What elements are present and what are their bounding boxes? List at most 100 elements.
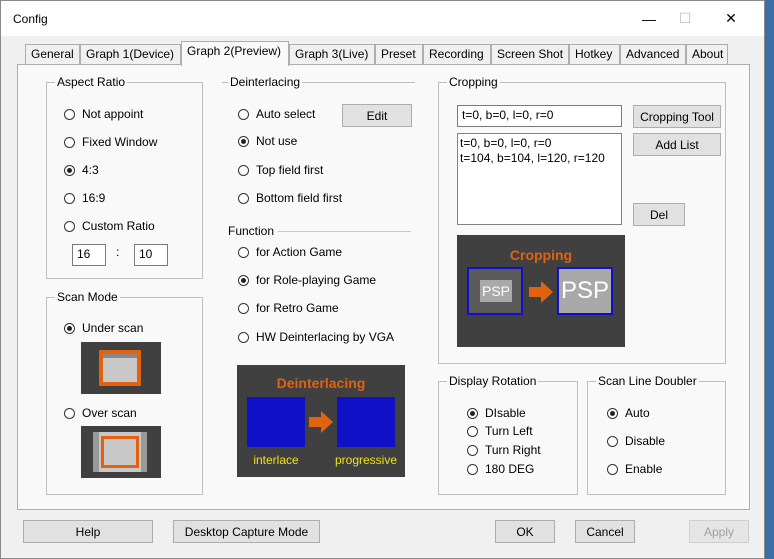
cropping-illus-title: Cropping — [509, 247, 573, 263]
over-scan-radio[interactable]: Over scan — [64, 405, 137, 421]
function-action-game-radio[interactable]: for Action Game — [238, 244, 342, 260]
radio-icon — [607, 463, 618, 475]
add-list-button[interactable]: Add List — [633, 133, 721, 156]
radio-icon — [238, 108, 249, 120]
deinterlace-auto-select-radio[interactable]: Auto select — [238, 106, 315, 122]
radio-icon — [238, 302, 249, 314]
scan-line-doubler-label: Scan Line Doubler — [596, 374, 699, 388]
progressive-caption: progressive — [334, 453, 398, 467]
function-hw-deinterlacing-radio[interactable]: HW Deinterlacing by VGA — [238, 329, 394, 345]
rotation-180-radio[interactable]: 180 DEG — [467, 461, 534, 477]
cropping-list-item[interactable]: t=104, b=104, l=120, r=120 — [460, 151, 619, 166]
radio-label: Disable — [625, 434, 666, 448]
radio-icon — [238, 192, 249, 204]
radio-label: Enable — [625, 462, 663, 476]
radio-icon — [467, 463, 478, 475]
ok-button[interactable]: OK — [495, 520, 555, 543]
radio-label: Under scan — [82, 321, 144, 335]
interlace-moon-box — [247, 397, 305, 447]
cropping-tool-button[interactable]: Cropping Tool — [633, 105, 721, 128]
progressive-moon-icon — [351, 405, 377, 439]
radio-label: for Role-playing Game — [256, 273, 377, 287]
radio-selected-icon — [64, 164, 75, 176]
maximize-icon: ☐ — [678, 10, 692, 26]
tab-screen-shot[interactable]: Screen Shot — [491, 44, 569, 64]
tab-general[interactable]: General — [25, 44, 80, 64]
deinterlace-top-field-radio[interactable]: Top field first — [238, 162, 323, 178]
aspect-16-9-radio[interactable]: 16:9 — [64, 190, 105, 206]
doubler-disable-radio[interactable]: Disable — [607, 433, 665, 449]
tab-recording[interactable]: Recording — [423, 44, 491, 64]
maximize-button: ☐ — [662, 1, 708, 36]
doubler-enable-radio[interactable]: Enable — [607, 461, 662, 477]
radio-selected-icon — [607, 407, 618, 419]
deinterlacing-illus-title: Deinterlacing — [276, 375, 366, 391]
function-retro-game-radio[interactable]: for Retro Game — [238, 300, 339, 316]
cropping-list[interactable]: t=0, b=0, l=0, r=0 t=104, b=104, l=120, … — [457, 133, 622, 225]
aspect-fixed-window-radio[interactable]: Fixed Window — [64, 134, 157, 150]
interlace-caption: interlace — [253, 453, 299, 467]
close-button[interactable]: ✕ — [708, 1, 754, 36]
radio-label: Fixed Window — [82, 135, 158, 149]
radio-icon — [64, 220, 75, 232]
aspect-ratio-group: Aspect Ratio Not appoint Fixed Window 4:… — [46, 75, 203, 279]
radio-label: Turn Right — [485, 443, 541, 457]
radio-icon — [238, 331, 249, 343]
function-separator — [278, 231, 411, 232]
radio-icon — [238, 246, 249, 258]
aspect-not-appoint-radio[interactable]: Not appoint — [64, 106, 143, 122]
radio-label: Auto — [625, 406, 650, 420]
tab-graph3-live[interactable]: Graph 3(Live) — [289, 44, 375, 64]
custom-ratio-separator: : — [116, 245, 120, 259]
under-scan-radio[interactable]: Under scan — [64, 320, 143, 336]
tab-graph2-preview[interactable]: Graph 2(Preview) — [181, 41, 289, 66]
psp-small-box: PSP — [467, 267, 523, 315]
under-scan-preview — [81, 342, 161, 394]
radio-selected-icon — [238, 135, 249, 147]
doubler-auto-radio[interactable]: Auto — [607, 405, 650, 421]
aspect-custom-ratio-radio[interactable]: Custom Ratio — [64, 218, 155, 234]
radio-selected-icon — [467, 407, 478, 419]
display-rotation-label: Display Rotation — [447, 374, 539, 388]
function-role-playing-radio[interactable]: for Role-playing Game — [238, 272, 376, 288]
tab-strip: General Graph 1(Device) Graph 2(Preview)… — [1, 41, 764, 66]
cropping-arrow-icon — [529, 281, 553, 303]
radio-icon — [64, 407, 75, 419]
deinterlace-bottom-field-radio[interactable]: Bottom field first — [238, 190, 342, 206]
apply-button: Apply — [689, 520, 749, 543]
cropping-value-input[interactable]: t=0, b=0, l=0, r=0 — [457, 105, 622, 127]
radio-label: Not use — [256, 134, 298, 148]
custom-width-input[interactable]: 16 — [72, 244, 106, 266]
radio-label: DIsable — [485, 406, 526, 420]
tab-preset[interactable]: Preset — [375, 44, 423, 64]
radio-icon — [238, 164, 249, 176]
edit-button[interactable]: Edit — [342, 104, 412, 127]
minimize-icon: — — [642, 10, 656, 27]
cancel-button[interactable]: Cancel — [575, 520, 635, 543]
radio-selected-icon — [64, 322, 75, 334]
rotation-turn-right-radio[interactable]: Turn Right — [467, 442, 541, 458]
deinterlace-not-use-radio[interactable]: Not use — [238, 133, 297, 149]
rotation-turn-left-radio[interactable]: Turn Left — [467, 423, 533, 439]
progressive-moon-box — [337, 397, 395, 447]
help-button[interactable]: Help — [23, 520, 153, 543]
radio-label: Auto select — [256, 107, 316, 121]
dialog-button-bar: Help Desktop Capture Mode OK Cancel Appl… — [1, 510, 764, 558]
aspect-4-3-radio[interactable]: 4:3 — [64, 162, 99, 178]
config-window: Config — ☐ ✕ General Graph 1(Device) Gra… — [0, 0, 765, 559]
del-button[interactable]: Del — [633, 203, 685, 226]
tab-graph1-device[interactable]: Graph 1(Device) — [80, 44, 181, 64]
tab-advanced[interactable]: Advanced — [620, 44, 686, 64]
tab-about[interactable]: About — [686, 44, 728, 64]
custom-height-input[interactable]: 10 — [134, 244, 168, 266]
desktop-capture-mode-button[interactable]: Desktop Capture Mode — [173, 520, 320, 543]
radio-label: 4:3 — [82, 163, 99, 177]
over-scan-preview — [81, 426, 161, 478]
over-scan-frame — [101, 436, 139, 468]
radio-icon — [64, 136, 75, 148]
title-bar[interactable]: Config — ☐ ✕ — [1, 1, 764, 36]
tab-hotkey[interactable]: Hotkey — [569, 44, 620, 64]
cropping-list-item[interactable]: t=0, b=0, l=0, r=0 — [460, 136, 619, 151]
rotation-disable-radio[interactable]: DIsable — [467, 405, 526, 421]
psp-small-label: PSP — [480, 280, 512, 302]
